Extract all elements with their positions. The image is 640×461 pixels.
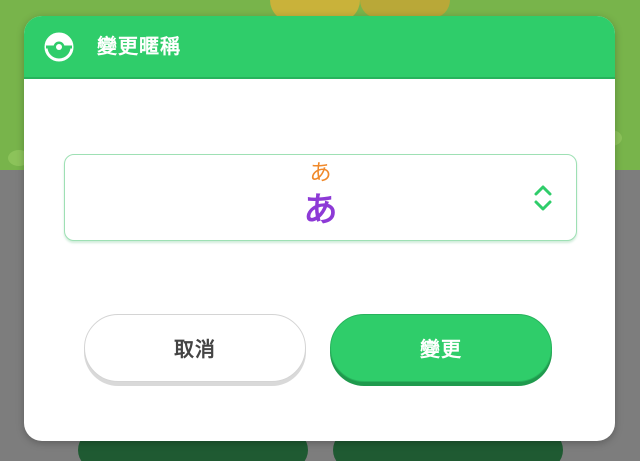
dialog-title: 變更暱稱 xyxy=(97,34,181,58)
dialog-header: 變更暱稱 xyxy=(24,16,615,79)
change-button[interactable]: 變更 xyxy=(330,314,552,382)
kana-value: あ xyxy=(303,190,338,230)
nickname-field[interactable]: あ あ xyxy=(64,154,577,241)
pokeball-icon xyxy=(44,32,74,62)
chevron-up-down-icon[interactable] xyxy=(533,183,553,213)
kana-hint: あ xyxy=(309,161,332,186)
cancel-button[interactable]: 取消 xyxy=(84,314,306,382)
change-nickname-dialog: 變更暱稱 あ あ 取消 變更 xyxy=(24,16,615,441)
